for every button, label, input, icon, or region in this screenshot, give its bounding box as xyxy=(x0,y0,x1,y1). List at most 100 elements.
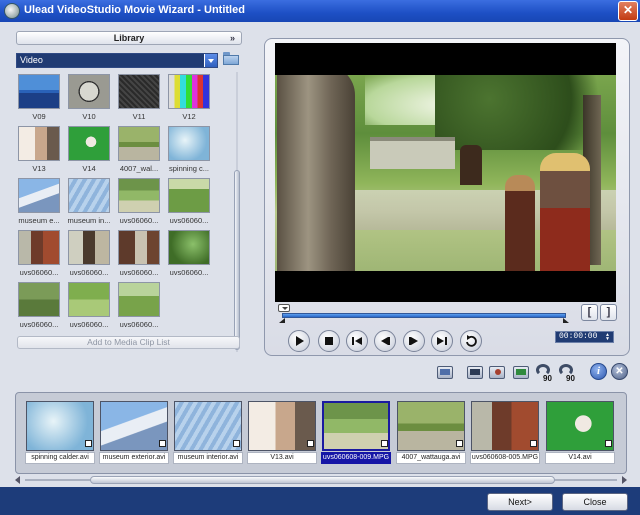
capture-icon[interactable] xyxy=(436,364,456,382)
repeat-button[interactable] xyxy=(460,330,482,352)
audio-badge-icon xyxy=(456,440,463,447)
media-clip-thumbnail xyxy=(248,401,316,451)
library-item-label: uvs06060... xyxy=(19,320,59,329)
media-clip-thumbnail xyxy=(546,401,614,451)
media-clip-label: V13.avi xyxy=(247,452,317,464)
library-item[interactable]: V09 xyxy=(16,72,62,124)
next-button[interactable]: Next> xyxy=(487,493,553,511)
library-item[interactable]: museum e... xyxy=(16,176,62,228)
library-item-thumbnail xyxy=(18,126,60,161)
add-to-media-clip-list-button[interactable]: Add to Media Clip List xyxy=(17,336,240,349)
timecode-field[interactable]: 00:00:00 ▲ ▼ xyxy=(555,331,614,343)
library-item-thumbnail xyxy=(68,126,110,161)
media-clip-thumbnail xyxy=(397,401,465,451)
rotate-right-90-icon[interactable]: 90 xyxy=(557,363,579,383)
info-icon[interactable]: i xyxy=(590,363,607,380)
end-button[interactable] xyxy=(431,330,453,352)
library-button[interactable]: Library » xyxy=(16,31,242,45)
library-item-thumbnail xyxy=(168,230,210,265)
library-item-label: uvs06060... xyxy=(169,216,209,225)
library-item-thumbnail xyxy=(68,74,110,109)
library-item-thumbnail xyxy=(118,230,160,265)
media-clip[interactable]: V13.avi xyxy=(247,400,317,466)
clip-tray-scroll-thumb[interactable] xyxy=(90,476,555,484)
timecode-spinner-icon[interactable]: ▲ ▼ xyxy=(606,333,612,342)
close-button[interactable]: Close xyxy=(562,493,628,511)
next-frame-button[interactable] xyxy=(403,330,425,352)
library-item[interactable]: uvs06060... xyxy=(16,280,62,332)
timecode-value: 00:00:00 xyxy=(559,332,598,341)
library-item[interactable]: uvs06060... xyxy=(116,228,162,280)
library-item-label: uvs06060... xyxy=(69,320,109,329)
library-item-label: V14 xyxy=(82,164,96,173)
play-icon xyxy=(296,336,304,346)
library-item-label: uvs06060... xyxy=(119,268,159,277)
library-item-label: uvs06060... xyxy=(119,320,159,329)
film-strip-icon[interactable] xyxy=(466,364,486,382)
library-item-thumbnail xyxy=(68,178,110,213)
next-frame-icon xyxy=(409,337,418,345)
media-clip[interactable]: museum interior.avi xyxy=(173,400,243,466)
media-clip[interactable]: uvs060608-005.MPG xyxy=(470,400,540,466)
window-close-button[interactable]: ✕ xyxy=(618,1,638,21)
library-item-thumbnail xyxy=(18,178,60,213)
media-clip-thumbnail xyxy=(322,401,390,451)
library-item[interactable]: uvs06060... xyxy=(16,228,62,280)
play-button[interactable] xyxy=(288,330,310,352)
rotate-left-90-icon[interactable]: 90 xyxy=(534,363,556,383)
home-button[interactable] xyxy=(346,330,368,352)
mark-in-button[interactable]: [ xyxy=(581,304,598,321)
export-icon[interactable] xyxy=(512,364,532,382)
title-bar: Ulead VideoStudio Movie Wizard - Untitle… xyxy=(0,0,640,22)
library-item[interactable]: spinning c... xyxy=(166,124,212,176)
library-item[interactable]: V12 xyxy=(166,72,212,124)
library-item[interactable]: V10 xyxy=(66,72,112,124)
jog-slider-handle[interactable] xyxy=(278,304,290,312)
library-item[interactable]: uvs06060... xyxy=(166,176,212,228)
library-item[interactable]: uvs06060... xyxy=(116,176,162,228)
repeat-icon xyxy=(466,335,477,347)
mark-out-button[interactable]: ] xyxy=(600,304,617,321)
library-item[interactable]: uvs06060... xyxy=(66,280,112,332)
library-grid: V09 V10 V11 V12 V13 V14 4007_wal... spinning c.… xyxy=(16,72,230,350)
dropdown-arrow-icon[interactable] xyxy=(204,54,217,67)
media-clip[interactable]: 4007_wattauga.avi xyxy=(396,400,466,466)
library-item[interactable]: uvs06060... xyxy=(66,228,112,280)
library-scroll-thumb[interactable] xyxy=(234,170,240,350)
skip-to-end-icon xyxy=(437,337,447,345)
media-clip[interactable]: spinning calder.avi xyxy=(25,400,95,466)
library-item-thumbnail xyxy=(68,282,110,317)
media-clip[interactable]: V14.avi xyxy=(545,400,615,466)
clip-timer-icon[interactable] xyxy=(488,364,508,382)
library-item-label: uvs06060... xyxy=(119,216,159,225)
library-scrollbar[interactable] xyxy=(234,72,240,352)
audio-badge-icon xyxy=(381,440,388,447)
app-icon xyxy=(4,3,20,19)
library-item[interactable]: museum in... xyxy=(66,176,112,228)
scroll-left-icon[interactable] xyxy=(15,476,20,484)
media-clip-thumbnail xyxy=(26,401,94,451)
library-item-label: V09 xyxy=(32,112,46,121)
media-clip[interactable]: museum exterior.avi xyxy=(99,400,169,466)
media-clip-label: uvs060608-005.MPG xyxy=(470,452,540,464)
library-item-label: V11 xyxy=(132,112,146,121)
playback-scrubber[interactable] xyxy=(278,304,568,318)
previous-frame-button[interactable] xyxy=(374,330,396,352)
library-item[interactable]: uvs06060... xyxy=(166,228,212,280)
library-item-thumbnail xyxy=(118,126,160,161)
category-dropdown[interactable]: Video xyxy=(16,53,218,68)
library-item[interactable]: V11 xyxy=(116,72,162,124)
scrub-bar[interactable] xyxy=(282,313,566,318)
audio-badge-icon xyxy=(307,440,314,447)
library-item[interactable]: V13 xyxy=(16,124,62,176)
stop-button[interactable] xyxy=(318,330,340,352)
clip-tray-scrollbar[interactable] xyxy=(15,476,627,484)
library-item[interactable]: 4007_wal... xyxy=(116,124,162,176)
library-item[interactable]: V14 xyxy=(66,124,112,176)
library-item[interactable]: uvs06060... xyxy=(116,280,162,332)
media-clip-label: uvs060608-009.MPG xyxy=(321,452,391,464)
open-folder-icon[interactable] xyxy=(223,52,239,65)
delete-clip-icon[interactable]: ✕ xyxy=(611,363,628,380)
media-clip[interactable]: uvs060608-009.MPG xyxy=(321,400,391,466)
scroll-right-icon[interactable] xyxy=(622,476,627,484)
